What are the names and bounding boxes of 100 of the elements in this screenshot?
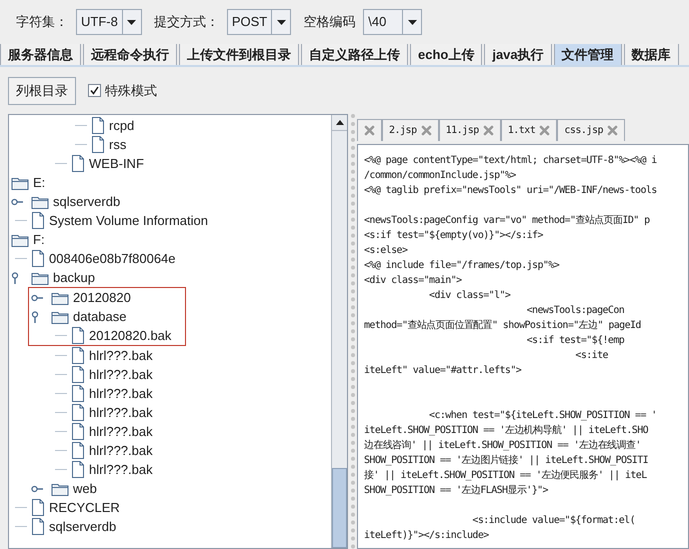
file-name[interactable]: hlrl???.bak xyxy=(89,460,153,480)
field-label: 空格编码 xyxy=(303,13,356,32)
code-editor[interactable] xyxy=(357,144,689,549)
tree-row[interactable]: rss xyxy=(9,135,331,154)
tab[interactable]: 远程命令执行 xyxy=(83,44,177,65)
code-line: 接' || iteLeft.SHOW_POSITION == '左边便民服务' || iteL xyxy=(364,468,647,483)
list-root-button[interactable]: 列根目录 xyxy=(8,76,76,104)
dropdown[interactable]: UTF-8 xyxy=(76,9,142,35)
code-line: iteLeft" value="#attr.lefts"> xyxy=(364,364,522,378)
tree-row[interactable]: hlrl???.bak xyxy=(9,384,331,403)
scroll-up-icon[interactable] xyxy=(336,120,344,125)
editor-tab[interactable]: 2.jsp xyxy=(382,119,439,141)
tree-row[interactable]: hlrl???.bak xyxy=(9,403,331,422)
folder-name[interactable]: sqlserverdb xyxy=(53,192,120,212)
file-name[interactable]: 20120820.bak xyxy=(89,326,172,346)
expand-handle-icon[interactable] xyxy=(11,198,23,206)
file-name[interactable]: hlrl???.bak xyxy=(89,384,153,404)
folder-icon xyxy=(31,194,49,208)
tree-row[interactable]: RECYCLER xyxy=(9,498,331,517)
tree-row[interactable]: hlrl???.bak xyxy=(9,346,331,365)
tree-row[interactable]: sqlserverdb xyxy=(9,192,331,211)
tab[interactable]: 文件管理 xyxy=(554,44,622,65)
file-icon xyxy=(71,461,85,478)
tab[interactable]: 自定义路径上传 xyxy=(301,44,408,65)
scrollbar[interactable] xyxy=(331,115,347,548)
editor-tab[interactable]: 1.txt xyxy=(500,119,558,141)
folder-name[interactable]: web xyxy=(73,478,97,498)
folder-name[interactable]: F: xyxy=(33,230,45,250)
tree-row[interactable]: 20120820.bak xyxy=(29,326,185,345)
code-line: <%@ page contentType="text/html; charset=UTF-8"%><%@ i xyxy=(364,154,657,168)
folder-name[interactable]: database xyxy=(73,306,126,326)
tree-row[interactable]: System Volume Information xyxy=(9,211,331,230)
code-line: <s:include value="${format:el( xyxy=(471,514,636,528)
file-icon xyxy=(91,117,105,134)
editor-tab[interactable]: css.jsp xyxy=(557,119,625,141)
folder-icon xyxy=(11,232,29,246)
tree-row[interactable]: E: xyxy=(9,173,331,192)
tree-row[interactable]: hlrl???.bak xyxy=(9,441,331,460)
file-name[interactable]: RECYCLER xyxy=(49,498,120,518)
file-name[interactable]: rcpd xyxy=(109,116,134,136)
file-icon xyxy=(71,366,85,383)
code-line: iteLeft)}"></s:include> xyxy=(364,529,489,543)
expand-handle-icon[interactable] xyxy=(31,294,43,302)
tree-row[interactable]: web xyxy=(9,479,331,498)
expand-handle-icon[interactable] xyxy=(31,484,43,492)
file-name[interactable]: hlrl???.bak xyxy=(89,402,153,422)
file-icon xyxy=(31,250,45,267)
file-icon xyxy=(71,347,85,364)
file-name[interactable]: hlrl???.bak xyxy=(89,364,153,384)
tab[interactable]: 服务器信息 xyxy=(0,44,81,65)
code-line: <div class="l"> xyxy=(428,289,510,303)
file-name[interactable]: WEB-INF xyxy=(89,154,144,174)
tab[interactable]: 上传文件到根目录 xyxy=(179,44,299,65)
folder-name[interactable]: E: xyxy=(33,172,46,192)
code-line: 边在线咨询' || iteLeft.SHOW_POSITION == '左边在线调查' xyxy=(364,438,641,453)
dropdown[interactable]: \40 xyxy=(363,9,422,35)
file-name[interactable]: hlrl???.bak xyxy=(89,346,153,366)
code-line: <%@ include file="/frames/top.jsp"%> xyxy=(364,259,560,273)
field-label: 字符集： xyxy=(16,13,68,32)
tab[interactable]: 数据库 xyxy=(624,44,679,65)
tree-row[interactable]: sqlserverdb xyxy=(9,517,331,536)
checkbox[interactable] xyxy=(88,84,101,97)
file-icon xyxy=(71,423,85,440)
expand-handle-icon[interactable] xyxy=(11,272,19,284)
file-name[interactable]: 008406e08b7f80064e xyxy=(49,248,176,268)
expand-handle-icon[interactable] xyxy=(31,310,39,322)
file-icon xyxy=(91,136,105,153)
tree-row[interactable]: rcpd xyxy=(9,116,331,135)
editor-tab[interactable]: 11.jsp xyxy=(438,119,501,141)
folder-name[interactable]: backup xyxy=(53,268,95,288)
checkbox-label: 特殊模式 xyxy=(105,82,157,100)
tree-row[interactable]: F: xyxy=(9,230,331,249)
tree-row[interactable]: backup xyxy=(9,268,331,287)
dropdown[interactable]: POST xyxy=(226,9,292,35)
code-line: <div class="main"> xyxy=(364,274,462,288)
file-icon xyxy=(31,518,45,535)
tree-row[interactable]: hlrl???.bak xyxy=(9,422,331,441)
tab[interactable]: java执行 xyxy=(484,44,552,65)
tree-row[interactable]: WEB-INF xyxy=(9,154,331,173)
code-line: /common/commonInclude.jsp"%> xyxy=(364,169,516,183)
tree-row[interactable]: 008406e08b7f80064e xyxy=(9,249,331,268)
caret-icon xyxy=(276,20,286,24)
file-name[interactable]: hlrl???.bak xyxy=(89,440,153,460)
tree-row[interactable]: hlrl???.bak xyxy=(9,365,331,384)
caret-icon xyxy=(127,20,136,24)
tree-row[interactable]: database xyxy=(29,307,185,326)
file-name[interactable]: sqlserverdb xyxy=(49,516,116,536)
file-name[interactable]: System Volume Information xyxy=(49,210,208,230)
code-line: SHOW_POSITION == '左边FLASH显示'}"> xyxy=(364,484,548,498)
tree-row[interactable]: hlrl???.bak xyxy=(9,460,331,479)
scrollbar-thumb[interactable] xyxy=(332,468,347,548)
tree-row[interactable]: 20120820 xyxy=(29,288,185,307)
file-name[interactable]: rss xyxy=(109,134,126,154)
folder-icon xyxy=(51,482,69,496)
file-name[interactable]: hlrl???.bak xyxy=(89,422,153,442)
tab[interactable]: echo上传 xyxy=(410,44,482,65)
file-icon xyxy=(71,404,85,421)
file-icon xyxy=(71,327,85,344)
check-icon xyxy=(90,86,99,95)
folder-name[interactable]: 20120820 xyxy=(73,288,131,308)
